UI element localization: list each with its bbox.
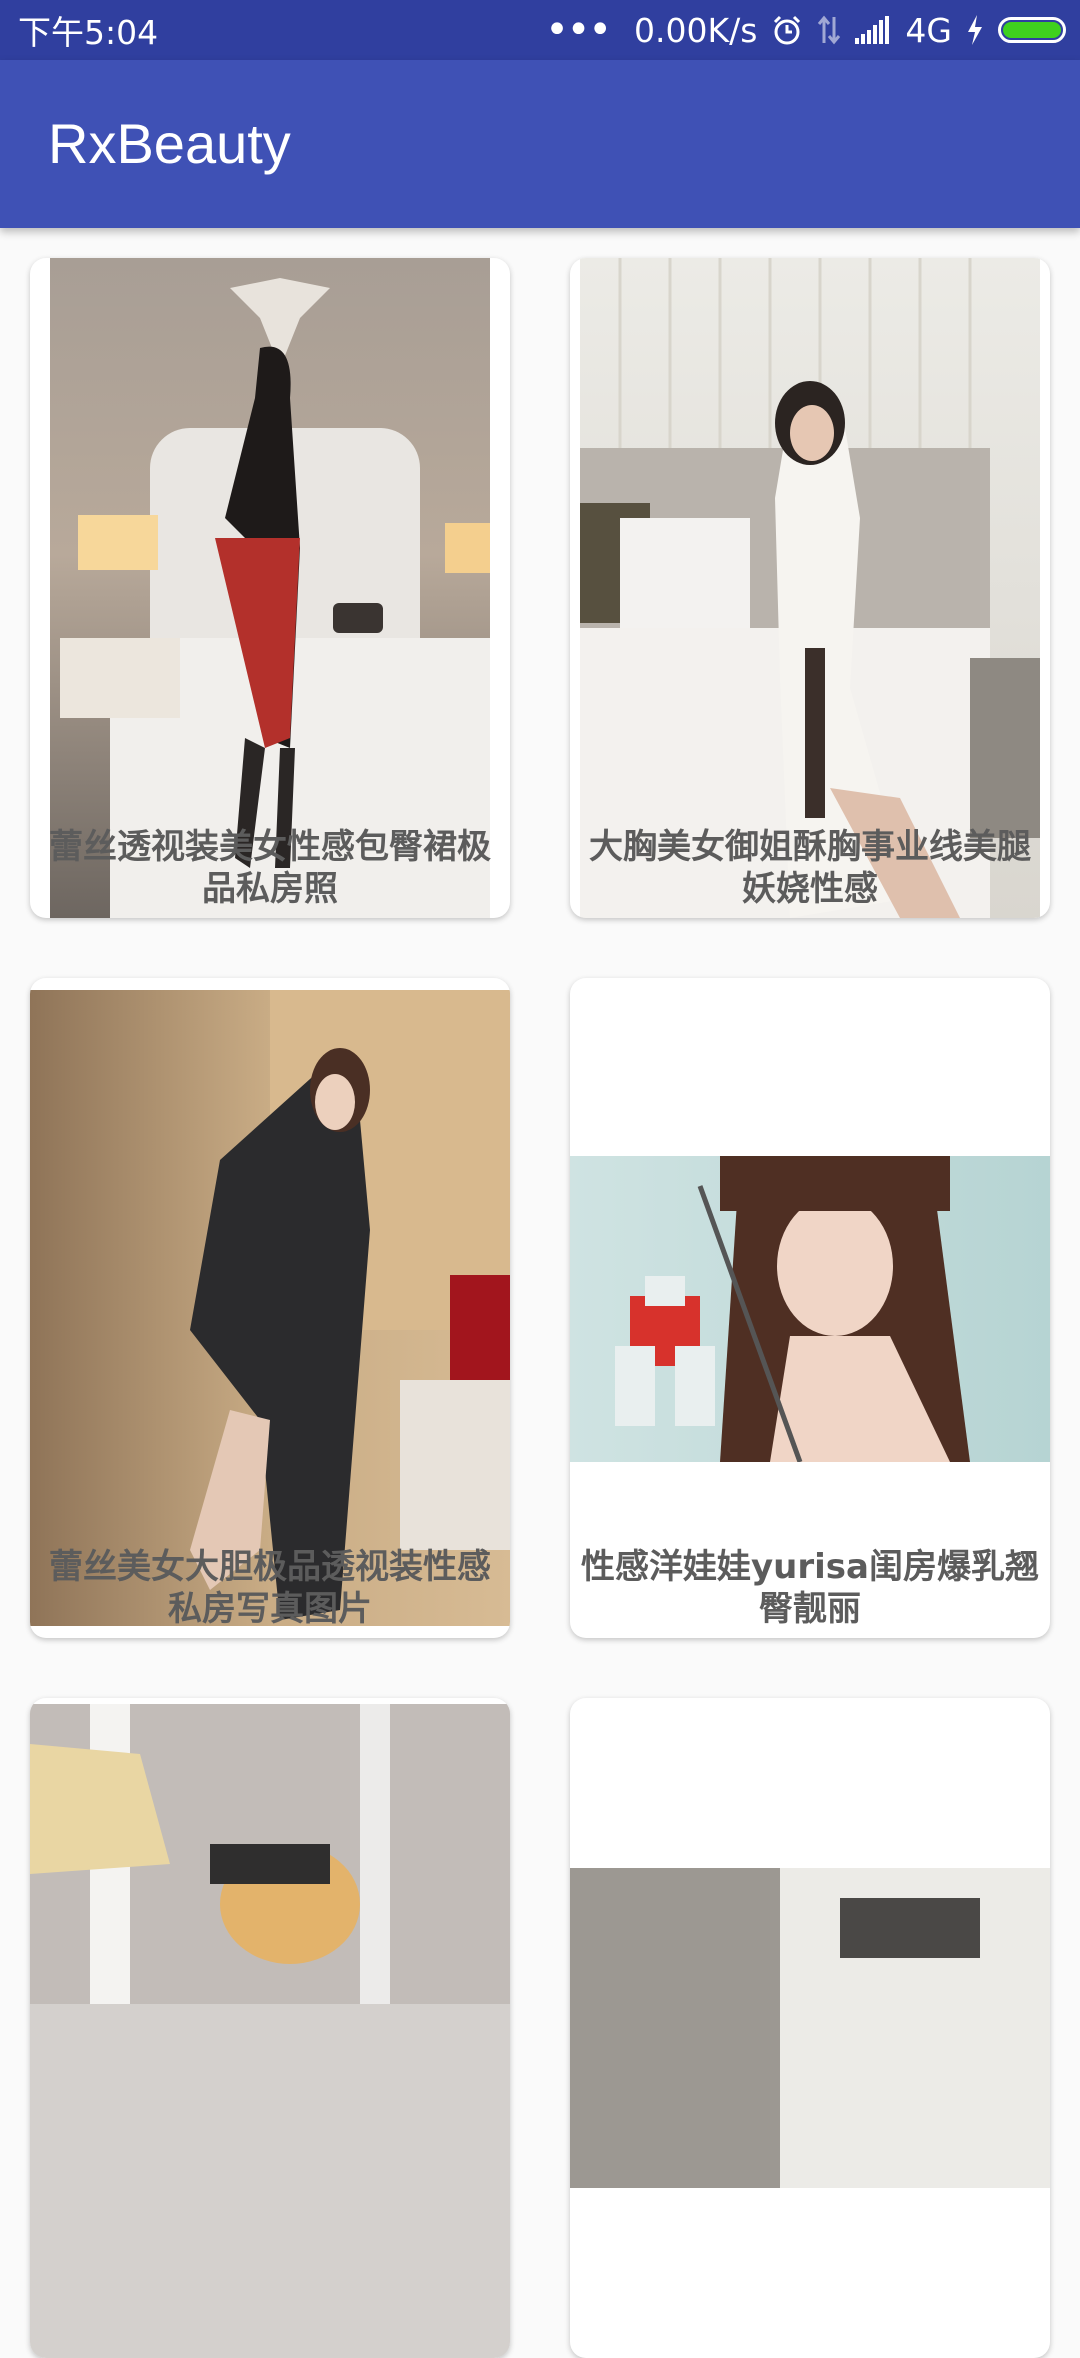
status-bar: 下午5:04 ••• 0.00K/s 4G: [0, 0, 1080, 60]
photo-image: [570, 1156, 1050, 1463]
photo-caption: 蕾丝透视装美女性感包臀裙极品私房照: [49, 827, 491, 909]
more-notifications-icon: •••: [545, 7, 612, 53]
photo-card[interactable]: 大胸美女御姐酥胸事业线美腿妖娆性感: [570, 258, 1050, 918]
battery-level: [1003, 22, 1061, 38]
charging-icon: [966, 15, 984, 45]
app-title: RxBeauty: [48, 111, 291, 175]
photo-caption: 大胸美女御姐酥胸事业线美腿妖娆性感: [589, 827, 1031, 909]
photo-card[interactable]: 蕾丝透视装美女性感包臀裙极品私房照: [30, 258, 510, 918]
photo-caption: 性感洋娃娃yurisa闺房爆乳翘臀靓丽: [581, 1547, 1039, 1629]
network-speed: 0.00K/s: [633, 10, 758, 50]
photo-card[interactable]: [570, 1698, 1050, 2358]
status-time: 下午5:04: [18, 13, 159, 52]
photo-image: [580, 258, 1040, 918]
signal-icon: [855, 16, 891, 44]
photo-image: [30, 990, 510, 1626]
photo-card[interactable]: 性感洋娃娃yurisa闺房爆乳翘臀靓丽: [570, 978, 1050, 1638]
photo-card[interactable]: 蕾丝美女大胆极品透视装性感私房写真图片: [30, 978, 510, 1638]
app-bar: RxBeauty: [0, 60, 1080, 228]
data-transfer-icon: [817, 15, 841, 45]
battery-icon: [998, 17, 1066, 43]
status-icons: ••• 0.00K/s 4G: [545, 7, 1066, 53]
photo-card[interactable]: [30, 1698, 510, 2358]
network-type: 4G: [905, 10, 952, 50]
photo-image: [50, 258, 490, 918]
alarm-icon: [771, 14, 803, 46]
photo-caption: 蕾丝美女大胆极品透视装性感私房写真图片: [49, 1547, 491, 1629]
photo-image: [30, 1704, 510, 2358]
photo-image: [570, 1868, 1050, 2188]
